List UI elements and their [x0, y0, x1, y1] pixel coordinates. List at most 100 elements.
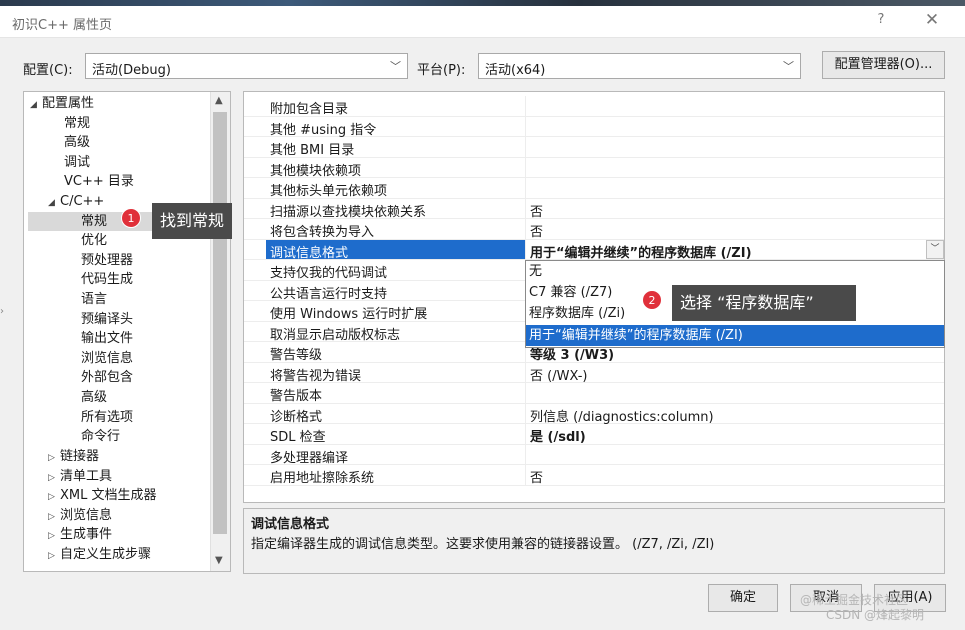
property-name: 警告等级	[270, 348, 323, 363]
property-name: 其他 #using 指令	[270, 122, 377, 138]
property-name: 将包含转换为导入	[270, 225, 375, 240]
property-name: 其他 BMI 目录	[270, 143, 355, 158]
property-row[interactable]: SDL 检查 是 (/sdl)	[244, 424, 944, 445]
tree-item-all-options[interactable]: 所有选项	[81, 408, 133, 427]
property-value: 列信息 (/diagnostics:column)	[530, 409, 714, 425]
callout-find-general: 找到常规	[152, 203, 232, 239]
config-manager-button[interactable]: 配置管理器(O)...	[822, 51, 945, 79]
property-value: 否	[530, 471, 544, 486]
property-name: 附加包含目录	[270, 102, 349, 117]
tree-item-label: C/C++	[60, 194, 105, 209]
property-value: 是 (/sdl)	[530, 430, 586, 445]
property-row[interactable]: 启用地址擦除系统 否	[244, 465, 944, 486]
tree-item-label: XML 文档生成器	[60, 488, 157, 503]
property-row[interactable]: 其他 #using 指令	[244, 116, 944, 138]
property-name: 调试信息格式	[270, 245, 349, 261]
tree-item-xml-doc-generator[interactable]: ▷ XML 文档生成器	[48, 486, 157, 505]
property-row[interactable]: 其他 BMI 目录	[244, 137, 944, 158]
chevron-down-icon[interactable]: ﹀	[926, 240, 944, 259]
property-value: 否	[530, 225, 544, 240]
tree-item-custom-build-step[interactable]: ▷ 自定义生成步骤	[48, 545, 151, 564]
tree-expand-icon[interactable]: ▷	[48, 527, 60, 546]
tree-item-label: 生成事件	[60, 527, 113, 542]
tree-item-manifest-tool[interactable]: ▷ 清单工具	[48, 467, 112, 486]
tree-expand-icon[interactable]: ◢	[30, 96, 42, 115]
tree-item-cpp-advanced[interactable]: 高级	[81, 388, 107, 407]
tree-item-label: 自定义生成步骤	[60, 547, 152, 562]
watermark-csdn: CSDN @烽起黎明	[826, 608, 925, 622]
tree-item-precompiled-headers[interactable]: 预编译头	[81, 310, 133, 329]
platform-label: 平台(P):	[417, 63, 466, 78]
tree-item-linker[interactable]: ▷ 链接器	[48, 447, 99, 466]
tree-item-optimization[interactable]: 优化	[81, 231, 107, 250]
tree-item-command-line[interactable]: 命令行	[81, 427, 120, 446]
tree-expand-icon[interactable]: ▷	[48, 449, 60, 468]
tree-item-build-events[interactable]: ▷ 生成事件	[48, 525, 112, 544]
tree-item-code-generation[interactable]: 代码生成	[81, 270, 133, 289]
chevron-down-icon: ﹀	[390, 60, 401, 73]
title-bar: 初识C++ 属性页 ? ✕	[0, 6, 965, 38]
property-row[interactable]: 将包含转换为导入 否	[244, 219, 944, 240]
help-button[interactable]: ?	[870, 12, 892, 32]
window-title: 初识C++ 属性页	[12, 18, 112, 33]
tree-expand-icon[interactable]: ▷	[48, 488, 60, 507]
property-row[interactable]: 附加包含目录	[244, 96, 944, 117]
property-row[interactable]: 诊断格式 列信息 (/diagnostics:column)	[244, 403, 944, 425]
property-row[interactable]: 多处理器编译	[244, 444, 944, 466]
property-name: SDL 检查	[270, 430, 326, 445]
property-value: 用于“编辑并继续”的程序数据库 (/ZI)	[530, 245, 752, 261]
scroll-up-icon[interactable]: ▲	[215, 95, 223, 106]
close-icon[interactable]: ✕	[920, 10, 944, 32]
step-badge-1: 1	[121, 208, 141, 228]
ok-button[interactable]: 确定	[708, 584, 778, 612]
tree-item-output-files[interactable]: 输出文件	[81, 329, 133, 348]
property-name: 扫描源以查找模块依赖关系	[270, 204, 427, 220]
tree-item-external-includes[interactable]: 外部包含	[81, 368, 133, 387]
property-row[interactable]: 扫描源以查找模块依赖关系 否	[244, 198, 944, 220]
property-value: 否 (/WX-)	[530, 368, 588, 384]
property-name: 启用地址擦除系统	[270, 471, 375, 486]
property-name: 将警告视为错误	[270, 368, 362, 384]
description-title: 调试信息格式	[251, 517, 330, 532]
description-panel: 调试信息格式 指定编译器生成的调试信息类型。这要求使用兼容的链接器设置。 (/Z…	[243, 508, 945, 574]
tree-item-browse-information[interactable]: 浏览信息	[81, 349, 133, 368]
callout-choose-program-database: 选择 “程序数据库”	[672, 285, 856, 321]
tree-item-label: 清单工具	[60, 469, 113, 484]
step-badge-2: 2	[642, 290, 662, 310]
tree-item-language[interactable]: 语言	[81, 290, 107, 309]
scroll-down-icon[interactable]: ▼	[215, 555, 223, 566]
property-name: 其他模块依赖项	[270, 163, 362, 179]
tree-item-debugging[interactable]: 调试	[64, 153, 90, 172]
property-name: 诊断格式	[270, 409, 323, 425]
platform-select-value: 活动(x64)	[485, 63, 546, 78]
edge-marker-icon: ›	[0, 306, 4, 317]
property-row[interactable]: 其他标头单元依赖项	[244, 178, 944, 199]
property-row[interactable]: 将警告视为错误 否 (/WX-)	[244, 362, 944, 384]
property-name: 支持仅我的代码调试	[270, 266, 388, 281]
dropdown-option-edit-continue[interactable]: 用于“编辑并继续”的程序数据库 (/ZI)	[526, 325, 944, 346]
tree-expand-icon[interactable]: ◢	[48, 194, 60, 213]
chevron-down-icon: ﹀	[783, 60, 794, 73]
property-row-debug-info-format[interactable]: 调试信息格式 用于“编辑并继续”的程序数据库 (/ZI)	[244, 239, 944, 261]
tree-item-general[interactable]: 常规	[64, 114, 90, 133]
tree-item-vc-directories[interactable]: VC++ 目录	[64, 172, 134, 191]
property-name: 警告版本	[270, 389, 323, 404]
tree-item-label: 链接器	[60, 449, 100, 464]
tree-item-advanced[interactable]: 高级	[64, 133, 90, 152]
property-row[interactable]: 其他模块依赖项	[244, 157, 944, 179]
tree-item-label: 配置属性	[42, 96, 95, 111]
tree-item-config-properties[interactable]: ◢ 配置属性	[30, 94, 94, 113]
property-name: 其他标头单元依赖项	[270, 184, 388, 199]
tree-item-browse-info[interactable]: ▷ 浏览信息	[48, 506, 112, 525]
property-value: 否	[530, 204, 544, 220]
platform-select[interactable]: 活动(x64) ﹀	[478, 53, 801, 79]
property-tree: ◢ 配置属性 常规 高级 调试 VC++ 目录 ◢ C/C++ 常规 优化 预处理器…	[23, 91, 231, 572]
property-name: 多处理器编译	[270, 450, 349, 466]
property-row[interactable]: 警告版本	[244, 383, 944, 404]
config-select[interactable]: 活动(Debug) ﹀	[85, 53, 408, 79]
dropdown-option-none[interactable]: 无	[526, 261, 944, 282]
tree-expand-icon[interactable]: ▷	[48, 547, 60, 566]
tree-scrollbar-thumb[interactable]	[213, 112, 227, 534]
tree-item-cpp[interactable]: ◢ C/C++	[48, 192, 104, 211]
tree-item-preprocessor[interactable]: 预处理器	[81, 251, 133, 270]
